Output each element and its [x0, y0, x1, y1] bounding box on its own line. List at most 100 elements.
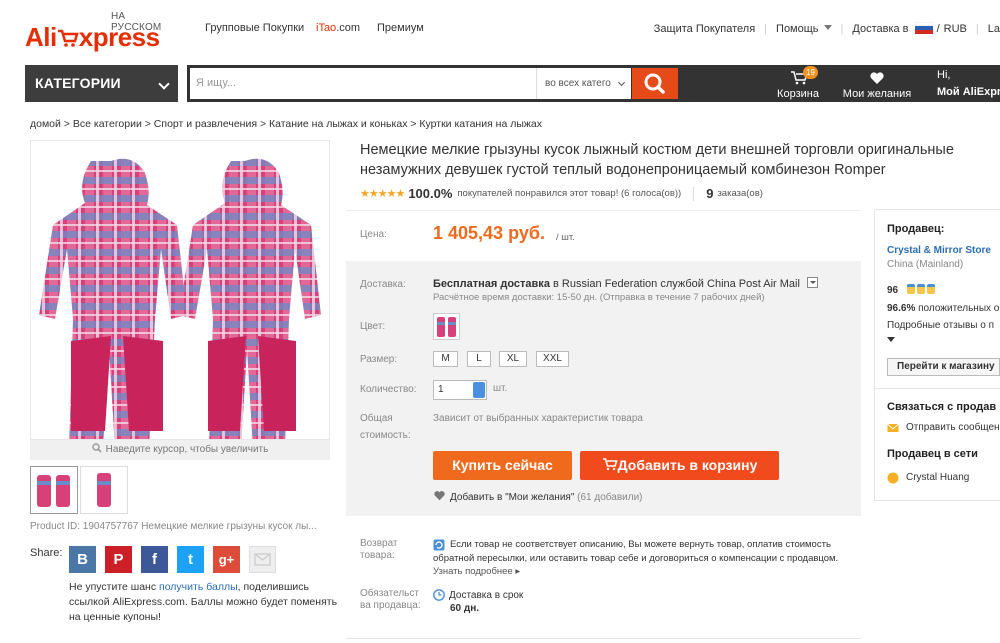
search-button[interactable]	[632, 68, 678, 99]
rating-text[interactable]: покупателей понравился этот товар! (6 го…	[457, 188, 681, 199]
envelope-icon	[887, 423, 899, 432]
categories-label: КАТЕГОРИИ	[35, 75, 121, 91]
search-icon	[644, 73, 665, 94]
delivery-label: Доставка:	[360, 279, 406, 290]
color-label: Цвет:	[360, 321, 386, 332]
thumbnail-2[interactable]	[80, 466, 128, 514]
logo-text: Ali xpress	[25, 22, 160, 52]
size-option-xxl[interactable]: XXL	[536, 351, 569, 367]
share-twitter-button[interactable]: t	[177, 546, 204, 573]
promo-text-start: Не упустите шанс	[69, 581, 160, 593]
size-option-xl[interactable]: XL	[499, 351, 527, 367]
my-account-label: Мой AliExpre	[937, 86, 1000, 98]
contact-heading: Связаться с продав	[887, 401, 997, 413]
share-pinterest-button[interactable]: P	[105, 546, 132, 573]
ship-to-selector[interactable]: Доставка в	[852, 22, 933, 35]
store-name-link[interactable]: Crystal & Mirror Store	[887, 245, 991, 256]
price-unit: / шт.	[556, 232, 575, 243]
wishlist-add-label: Добавить в "Мои желания"	[450, 492, 575, 503]
online-heading: Продавец в сети	[887, 448, 978, 460]
categories-button[interactable]: КАТЕГОРИИ	[25, 65, 178, 102]
share-email-button[interactable]	[249, 546, 276, 573]
quantity-unit: шт.	[493, 383, 508, 394]
ship-in: в	[553, 278, 559, 290]
detailed-feedback-link[interactable]: Подробные отзывы о п	[887, 320, 994, 331]
learn-more-label: Узнать подробнее	[433, 566, 513, 577]
divider	[693, 186, 695, 201]
price-label: Цена:	[360, 229, 387, 240]
help-menu[interactable]: Помощь	[776, 23, 832, 35]
medal-icon	[916, 284, 925, 294]
go-to-store-button[interactable]: Перейти к магазину	[887, 358, 1000, 376]
product-main-image[interactable]	[30, 140, 330, 449]
help-label: Помощь	[776, 22, 819, 35]
total-label-2: стоимость:	[360, 430, 411, 441]
size-option-l[interactable]: L	[467, 351, 491, 367]
positive-feedback-label: положительных о	[918, 303, 1000, 314]
color-swatch[interactable]	[433, 313, 460, 340]
online-seller-name[interactable]: Crystal Huang	[906, 472, 969, 483]
chevron-down-icon[interactable]	[887, 337, 895, 342]
divider: |	[975, 22, 979, 35]
search-scope-value: во всех катего	[545, 78, 611, 89]
rating-stars: ★★★★★	[360, 188, 405, 200]
seller-heading: Продавец:	[887, 223, 945, 235]
nav-itao[interactable]: iTao.com	[316, 22, 360, 34]
total-label-1: Общая	[360, 413, 393, 424]
send-message-link[interactable]: Отправить сообщен	[906, 422, 1000, 433]
buyer-protection-link[interactable]: Защита Покупателя	[654, 23, 755, 35]
product-photo	[39, 158, 321, 449]
return-policy: Если товар не соответствует описанию, Вы…	[433, 538, 858, 579]
chevron-down-icon	[823, 24, 832, 30]
search-input[interactable]: Я ищу...	[190, 68, 536, 99]
quantity-stepper[interactable]: 1	[433, 380, 487, 400]
seller-score: 96	[887, 284, 935, 296]
quantity-value: 1	[438, 384, 444, 395]
delivery-estimate: Расчётное время доставки: 15-50 дн. (Отп…	[433, 292, 765, 303]
shipping-dropdown[interactable]	[807, 277, 818, 288]
rating-summary: ★★★★★ 100.0% покупателей понравился этот…	[360, 186, 763, 201]
search-scope-select[interactable]: во всех катего	[536, 68, 631, 99]
breadcrumb[interactable]: домой > Все категории > Спорт и развлече…	[30, 118, 542, 130]
share-vk-button[interactable]: B	[69, 546, 96, 573]
learn-more-link[interactable]: Узнать подробнее ▸	[433, 566, 520, 577]
return-label-2: товара:	[360, 550, 395, 561]
nav-group-buy[interactable]: Групповые Покупки	[205, 22, 304, 34]
buy-now-button[interactable]: Купить сейчас	[433, 451, 572, 480]
quantity-label: Количество:	[360, 384, 417, 395]
language-selector[interactable]: La	[988, 23, 1000, 35]
add-to-wishlist[interactable]: Добавить в "Мои желания" (61 добавили)	[433, 490, 643, 503]
share-facebook-button[interactable]: f	[141, 546, 168, 573]
account-menu[interactable]: Hi, Мой AliExpre	[930, 65, 1000, 102]
chevron-down-icon	[158, 78, 170, 90]
store-location: China (Mainland)	[887, 259, 964, 270]
ship-to-label: Доставка в	[852, 23, 909, 35]
ship-country[interactable]: Russian Federation	[562, 278, 657, 290]
free-shipping: Бесплатная доставка	[433, 278, 550, 290]
greeting: Hi,	[937, 69, 951, 81]
divider: |	[764, 22, 768, 35]
nav-premium[interactable]: Премиум	[377, 22, 424, 34]
add-to-cart-button[interactable]: Добавить в корзину	[580, 451, 779, 480]
quantity-spin-icon[interactable]	[473, 382, 485, 398]
positive-feedback: 96.6% положительных о	[887, 303, 999, 314]
aliexpress-logo[interactable]: НА РУССКОМ Ali xpress	[25, 11, 175, 54]
seller-score-value: 96	[887, 285, 899, 296]
magnifier-icon	[91, 443, 102, 453]
size-option-m[interactable]: M	[433, 351, 458, 367]
slash: /	[936, 22, 940, 35]
price-row	[346, 210, 861, 260]
guarantee-label-1: Обязательст	[360, 588, 419, 599]
wishlist-link[interactable]: Мои желания	[840, 65, 914, 102]
top-header: НА РУССКОМ Ali xpress Групповые Покупки i…	[0, 0, 1000, 62]
thumbnail-1[interactable]	[30, 466, 78, 514]
thumbnail-image	[37, 475, 70, 507]
wishlist-count: (61 добавили)	[577, 492, 643, 503]
share-promo-text: Не упустите шанс получить баллы, поделив…	[69, 580, 339, 625]
clock-icon	[433, 589, 445, 601]
divider	[874, 388, 1000, 389]
thumbnail-image	[97, 473, 111, 507]
share-googleplus-button[interactable]: g+	[213, 546, 240, 573]
get-points-link[interactable]: получить баллы	[159, 581, 238, 593]
currency-selector[interactable]: RUB	[944, 23, 967, 35]
